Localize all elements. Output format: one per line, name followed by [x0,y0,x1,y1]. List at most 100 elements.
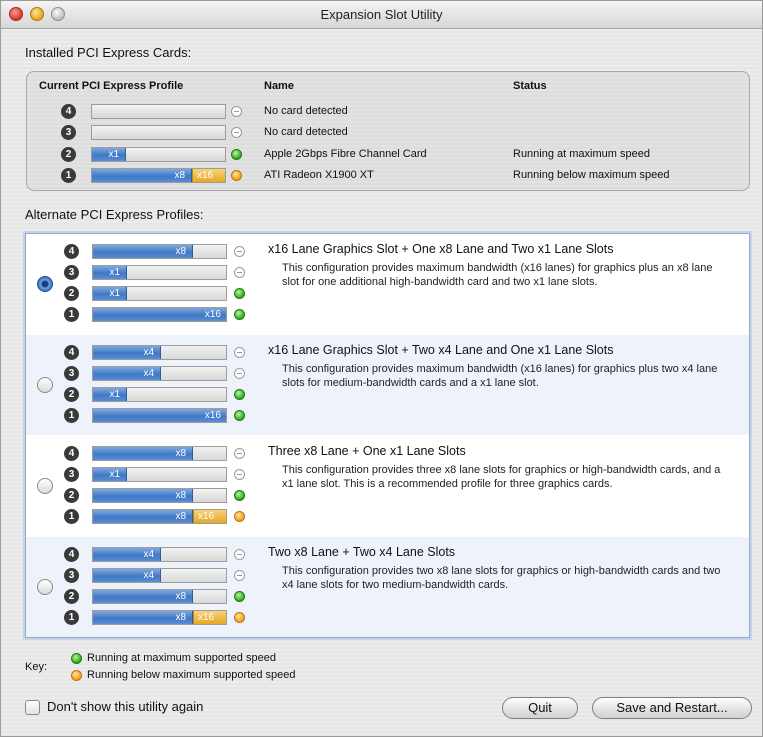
lane-bar: x8 [92,244,227,259]
slot-number-badge: 3 [64,568,79,583]
lane-fill: x8 [93,245,193,258]
lane-bar: x4 [92,345,227,360]
card-name: No card detected [264,105,348,117]
slot-number-badge: 1 [64,610,79,625]
green-indicator-icon [71,653,82,664]
slot-number-badge: 3 [61,125,76,140]
max-lane-fill: x16 [193,510,226,523]
lane-bar: x8 [92,446,227,461]
slot-number-badge: 3 [64,366,79,381]
slot-number-badge: 4 [61,104,76,119]
lane-fill: x4 [93,569,161,582]
orange-indicator-icon [234,612,245,623]
installed-card-row: 3 No card detected [27,123,749,143]
lane-fill: x8 [92,169,192,182]
lane-width-label: x1 [109,469,120,480]
slot-number-badge: 4 [64,547,79,562]
lane-width-label: x8 [174,170,185,181]
lane-bar: x1 [92,467,227,482]
card-name: Apple 2Gbps Fibre Channel Card [264,148,427,160]
empty-indicator-icon [234,549,245,560]
profile-slot-row: 1 x16 [26,305,749,325]
max-lane-label: x16 [198,511,215,522]
alternate-profiles-label: Alternate PCI Express Profiles: [25,207,204,222]
slot-number-badge: 4 [64,345,79,360]
empty-indicator-icon [234,570,245,581]
slot-number-badge: 1 [64,307,79,322]
dont-show-again-label[interactable]: Don't show this utility again [47,699,203,714]
profile-title: x16 Lane Graphics Slot + One x8 Lane and… [268,242,614,256]
lane-width-label: x8 [175,511,186,522]
slot-number-badge: 2 [64,387,79,402]
green-indicator-icon [234,490,245,501]
orange-indicator-icon [71,670,82,681]
card-name: ATI Radeon X1900 XT [264,169,374,181]
lane-fill: x1 [93,468,127,481]
lane-fill: x8 [93,590,193,603]
lane-fill: x1 [93,266,127,279]
lane-width-label: x16 [204,309,221,320]
green-indicator-icon [234,389,245,400]
green-indicator-icon [234,288,245,299]
empty-indicator-icon [234,469,245,480]
profile-description: This configuration provides three x8 lan… [282,464,721,490]
lane-width-label: x1 [109,267,120,278]
profile-option[interactable]: 4 x8 3 x1 2 x8 1 x8 x16 Three x8 Lane + One x1 La… [26,436,749,536]
card-status: Running below maximum speed [513,169,670,181]
profile-description: This configuration provides maximum band… [282,363,718,389]
profile-option[interactable]: 4 x4 3 x4 2 x1 1 x16 x16 Lane Graphics Slot + Tw… [26,335,749,435]
profile-slot-row: 1 x8 x16 [26,507,749,527]
lane-fill: x16 [93,409,226,422]
empty-indicator-icon [231,127,242,138]
key-orange-text: Running below maximum supported speed [87,669,296,681]
lane-bar: x8 x16 [91,168,226,183]
status-header: Status [513,80,547,92]
lane-fill: x1 [92,148,126,161]
lane-fill: x8 [93,611,193,624]
slot-number-badge: 2 [64,286,79,301]
lane-bar: x1 [91,147,226,162]
profile-option[interactable]: 4 x8 3 x1 2 x1 1 x16 x16 Lane Graphics Slot + On… [26,234,749,334]
window-title: Expansion Slot Utility [320,7,443,22]
quit-button[interactable]: Quit [502,697,578,719]
lane-fill: x8 [93,510,193,523]
slot-number-badge: 2 [61,147,76,162]
lane-bar: x8 x16 [92,509,227,524]
profile-slot-row: 1 x8 x16 [26,608,749,628]
lane-width-label: x8 [175,591,186,602]
dont-show-again-checkbox[interactable] [25,700,40,715]
lane-width-label: x1 [108,149,119,160]
profile-option[interactable]: 4 x4 3 x4 2 x8 1 x8 x16 Two x8 Lane + Two x4 Lane… [26,537,749,637]
green-indicator-icon [234,591,245,602]
alternate-profiles-list[interactable]: 4 x8 3 x1 2 x1 1 x16 x16 Lane Graphics Slot + On… [25,233,750,638]
lane-bar [91,125,226,140]
installed-card-row: 2 x1 Apple 2Gbps Fibre Channel Card Running… [27,145,749,165]
profile-title: x16 Lane Graphics Slot + Two x4 Lane and… [268,343,614,357]
lane-bar: x4 [92,568,227,583]
save-and-restart-button[interactable]: Save and Restart... [592,697,752,719]
installed-cards-label: Installed PCI Express Cards: [25,45,192,60]
profile-slot-row: 1 x16 [26,406,749,426]
lane-width-label: x16 [204,410,221,421]
lane-fill: x1 [93,388,127,401]
slot-number-badge: 1 [61,168,76,183]
installed-card-row: 1 x8 x16 ATI Radeon X1900 XT Running below m… [27,166,749,186]
profile-description: This configuration provides maximum band… [282,262,713,288]
slot-number-badge: 3 [64,265,79,280]
current-profile-header: Current PCI Express Profile [39,80,184,92]
slot-number-badge: 2 [64,488,79,503]
name-header: Name [264,80,294,92]
expansion-slot-utility-window: Expansion Slot Utility Installed PCI Exp… [0,0,763,737]
empty-indicator-icon [234,448,245,459]
lane-bar: x16 [92,408,227,423]
profile-title: Two x8 Lane + Two x4 Lane Slots [268,545,456,559]
green-indicator-icon [231,149,242,160]
lane-bar: x16 [92,307,227,322]
lane-fill: x4 [93,548,161,561]
max-lane-label: x16 [198,612,215,623]
empty-indicator-icon [234,267,245,278]
lane-fill: x4 [93,367,161,380]
slot-number-badge: 4 [64,244,79,259]
title-bar: Expansion Slot Utility [1,1,762,29]
lane-bar: x1 [92,265,227,280]
